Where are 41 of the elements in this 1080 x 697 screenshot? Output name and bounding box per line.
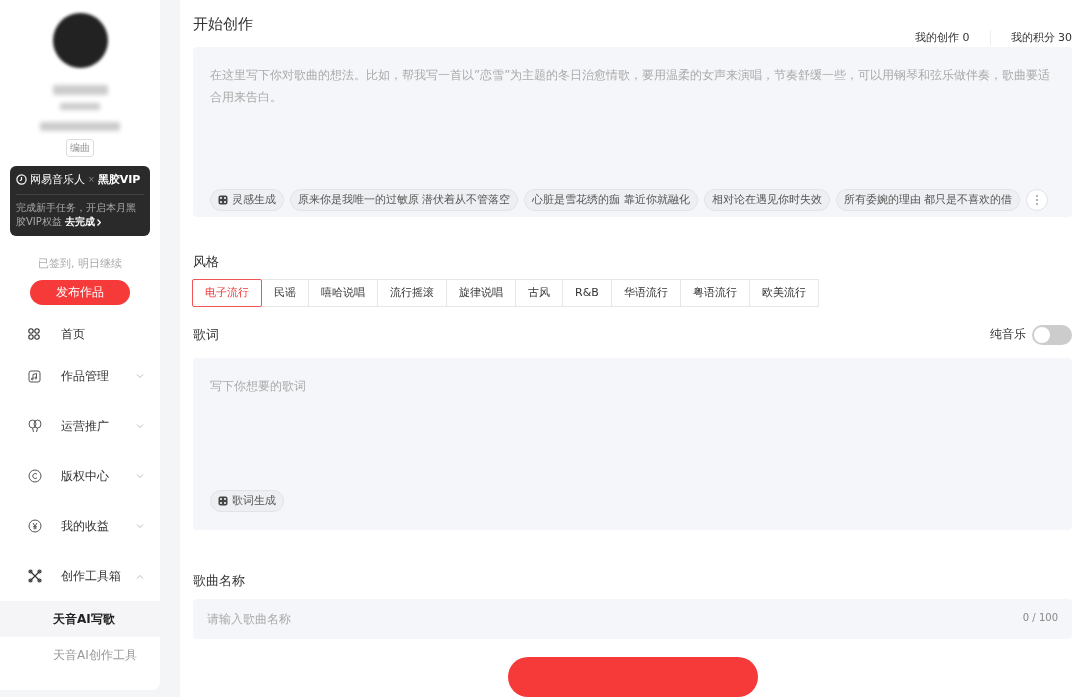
- brand-name: 网易音乐人: [30, 172, 85, 187]
- section-label: 歌词: [193, 325, 219, 344]
- nav-item[interactable]: 作品管理: [0, 351, 160, 401]
- nav-item[interactable]: 我的收益: [0, 501, 160, 551]
- publish-button[interactable]: 发布作品: [30, 280, 130, 305]
- suggestion-chip[interactable]: 相对论在遇见你时失效: [703, 188, 830, 211]
- style-tab[interactable]: 流行摇滚: [377, 278, 447, 307]
- char-counter: 0 / 100: [1022, 612, 1058, 623]
- partner-name: 黑胶VIP: [97, 172, 141, 187]
- lyrics-field[interactable]: 写下你想要的歌词 歌词生成: [193, 357, 1072, 530]
- stat-text: 我的创作 0: [914, 29, 970, 45]
- suggestion-chip[interactable]: 原来你是我唯一的过敏原 潜伏着从不管落空: [290, 188, 519, 211]
- complete-link[interactable]: 去完成: [65, 216, 95, 227]
- generate-lyrics-button[interactable]: 歌词生成: [210, 489, 284, 512]
- suggestion-chip[interactable]: 所有委婉的理由 都只是不喜欢的借: [835, 188, 1021, 211]
- suggestion-chip[interactable]: 心脏是雪花绣的痂 靠近你就融化: [524, 188, 698, 211]
- nav-item[interactable]: 创作工具箱: [0, 551, 160, 601]
- checkin-status: 已签到, 明日继续: [38, 256, 122, 271]
- style-tab[interactable]: 电子流行: [192, 278, 262, 307]
- nav-item[interactable]: 版权中心: [0, 451, 160, 501]
- separator: ×: [88, 175, 95, 184]
- nav-item[interactable]: 运营推广: [0, 401, 160, 451]
- section-label: 风格: [193, 252, 220, 271]
- profile-tag: 编曲: [66, 139, 94, 157]
- idea-field[interactable]: 在这里写下你对歌曲的想法。比如，帮我写一首以”恋雪”为主题的冬日治愈情歌，要用温柔的女声来演唱，节奏舒缓一些，可以用钢琴和弦乐做伴奏，歌曲要适合用来告白。 灵感生成 原来你是我唯一的过敏原 潜伏着从不管落空 心脏是雪花绣的痂 靠近你就融化 相对论在遇见你时失效 所有委婉的理由 都只是不喜欢的借: [193, 46, 1072, 217]
- sub-nav-item[interactable]: 天音AI写歌: [0, 601, 160, 637]
- inspiration-button[interactable]: 灵感生成: [210, 188, 284, 211]
- style-tab[interactable]: 欧美流行: [748, 278, 819, 307]
- page-title: 开始创作: [193, 15, 253, 34]
- style-tab[interactable]: 粤语流行: [679, 278, 750, 307]
- style-tab[interactable]: 嘻哈说唱: [308, 278, 378, 307]
- style-tab[interactable]: 旋律说唱: [446, 278, 516, 307]
- style-tab[interactable]: 民谣: [261, 278, 309, 307]
- toggle-label: 纯音乐: [990, 326, 1026, 344]
- stat-text: 我的积分 30: [989, 29, 1072, 45]
- section-label: 歌曲名称: [193, 572, 246, 590]
- style-tab[interactable]: 华语流行: [610, 278, 681, 307]
- style-tab[interactable]: 古风: [515, 278, 563, 307]
- vip-text: 完成新手任务，开启本月黑胶VIP权益 去完成: [16, 201, 137, 229]
- style-tab[interactable]: R&B: [562, 278, 612, 307]
- nav-item[interactable]: 首页: [0, 317, 160, 351]
